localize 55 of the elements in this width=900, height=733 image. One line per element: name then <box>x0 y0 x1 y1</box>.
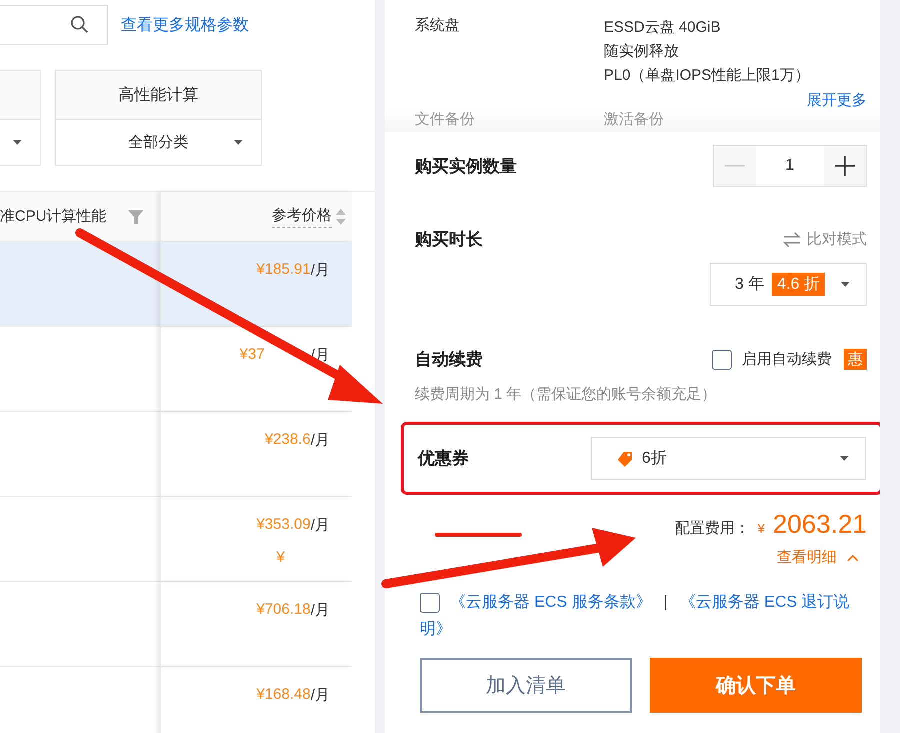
search-field[interactable] <box>0 5 108 45</box>
price-label: 配置费用： <box>674 519 750 538</box>
filter-icon[interactable] <box>128 210 144 224</box>
price-text: ¥ <box>276 549 285 566</box>
search-icon[interactable] <box>71 16 89 34</box>
renew-note: 续费周期为 1 年（需保证您的账号余额充足） <box>415 385 718 404</box>
duration-dropdown[interactable]: 3 年 4.6 折 <box>710 263 867 306</box>
field-label: 自动续费 <box>415 349 483 371</box>
agreement-text[interactable]: 《云服务器 ECS 服务条款》 | 《云服务器 ECS 退订说明》 <box>420 589 867 643</box>
table-row[interactable]: ¥238.6/月 <box>0 412 352 497</box>
field-label: 系统盘 <box>415 16 461 36</box>
tag-icon <box>618 450 634 466</box>
price-text: ¥706.18/月 <box>256 601 330 620</box>
chevron-up-icon[interactable] <box>847 554 859 562</box>
sort-icon[interactable] <box>336 208 346 224</box>
caret-icon <box>840 456 849 461</box>
column-header[interactable]: 参考价格 <box>272 206 332 228</box>
price-text: ¥238.6/月 <box>264 431 330 450</box>
field-label: 文件备份 <box>415 110 476 130</box>
quantity-value: 1 <box>784 156 796 176</box>
table-row[interactable]: ¥353.09/月 ¥ <box>0 497 352 582</box>
plus-icon <box>835 156 855 176</box>
caret-icon <box>234 140 243 145</box>
checkbox-label[interactable]: 启用自动续费 <box>742 350 832 369</box>
table-row[interactable]: ¥168.48/月 <box>0 667 352 733</box>
coupon-dropdown[interactable]: 6折 <box>591 437 866 480</box>
compare-link[interactable]: 比对模式 <box>807 230 867 249</box>
total-price: 2063.21 <box>773 509 867 540</box>
discount-badge: 惠 <box>844 349 867 370</box>
field-label: 购买时长 <box>415 229 483 251</box>
price-text: ¥168.48/月 <box>256 686 330 705</box>
field-value: ESSD云盘 40GiB <box>604 18 722 38</box>
quantity-stepper[interactable]: 1 <box>713 145 867 187</box>
swap-icon[interactable] <box>783 232 801 248</box>
table-row[interactable]: ¥185.91/月 <box>0 242 352 327</box>
add-to-list-button[interactable]: 加入清单 <box>420 658 632 713</box>
field-value: 随实例释放 <box>604 42 680 62</box>
field-value: PL0（单盘IOPS性能上限1万） <box>604 66 810 86</box>
filter-title: 高性能计算 <box>118 86 198 106</box>
category-dropdown[interactable]: 全部分类 <box>56 120 261 165</box>
field-label: 优惠券 <box>418 448 469 470</box>
checkbox[interactable] <box>712 350 732 370</box>
field-label: 购买实例数量 <box>415 156 517 178</box>
expand-link[interactable]: 展开更多 <box>415 91 867 110</box>
minus-icon <box>725 165 745 167</box>
price-text: ¥353.09/月 <box>256 516 330 535</box>
currency-symbol: ¥ <box>758 521 766 536</box>
spec-link[interactable]: 查看更多规格参数 <box>121 14 249 36</box>
checkbox[interactable] <box>420 593 440 613</box>
caret-icon <box>841 282 850 287</box>
increase-button[interactable] <box>824 146 866 186</box>
price-text: ¥185.91/月 <box>256 261 330 280</box>
field-value: 激活备份 <box>604 110 664 130</box>
table-row[interactable]: ¥706.18/月 <box>0 582 352 667</box>
caret-icon <box>13 140 22 145</box>
